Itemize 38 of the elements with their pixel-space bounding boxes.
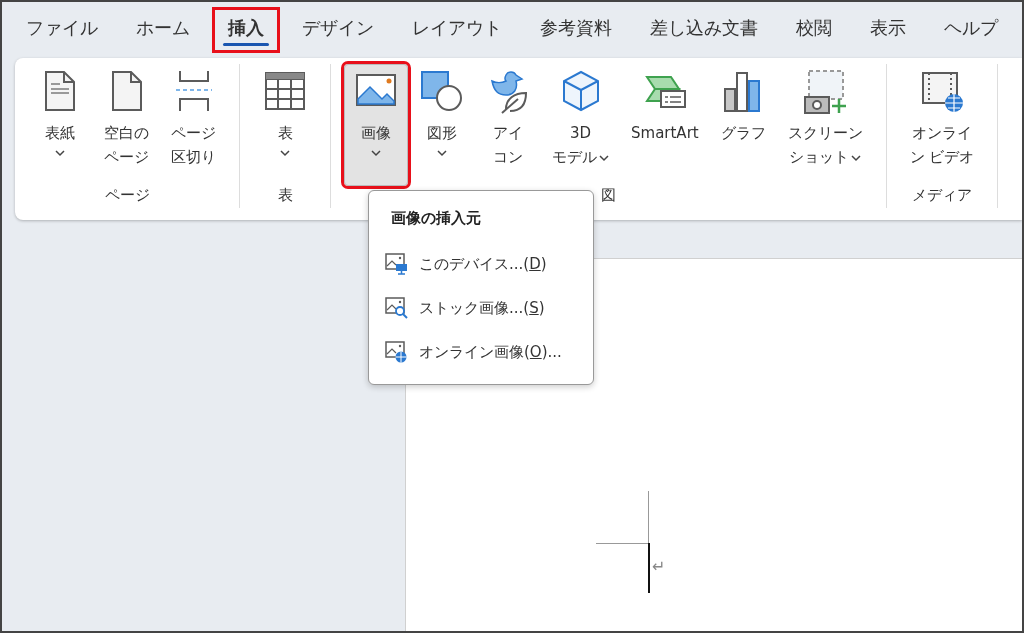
ribbon-button[interactable]: 3D モデル <box>542 64 619 186</box>
screenshot-icon <box>803 69 848 115</box>
ribbon-tab[interactable]: デザイン <box>286 7 390 53</box>
ribbon-button[interactable]: 表紙 <box>28 64 92 186</box>
ribbon-button[interactable]: 図形 <box>410 64 474 186</box>
group-label: 図 <box>599 186 617 206</box>
ribbon-tab[interactable]: ヘルプ <box>928 7 1014 53</box>
ribbon-tab[interactable]: ファイル <box>10 7 114 53</box>
margin-corner-mark <box>596 491 649 544</box>
ribbon-button[interactable]: 画像 <box>344 64 408 186</box>
ribbon-button[interactable]: スクリーン ショット <box>777 64 873 186</box>
ribbon-button[interactable]: グラフ <box>710 64 776 186</box>
device-picture-icon <box>385 252 409 276</box>
group-label: メディア <box>911 186 974 206</box>
menu-item[interactable]: このデバイス...(D) <box>369 242 593 286</box>
ribbon-button[interactable]: ページ 区切り <box>161 64 226 186</box>
ribbon-tab[interactable]: ホーム <box>120 7 206 53</box>
group-label: ページ <box>103 186 151 206</box>
ribbon-tab[interactable]: レイアウト <box>396 7 518 53</box>
group-label: 表 <box>276 186 294 206</box>
menu-title: 画像の挿入元 <box>390 208 482 229</box>
paragraph-mark: ↵ <box>652 557 666 576</box>
menu-item[interactable]: オンライン画像(O)... <box>369 330 593 374</box>
ribbon-tab[interactable]: 参考資料 <box>524 7 628 53</box>
ribbon-tab[interactable]: 挿入 <box>212 7 280 53</box>
video-icon <box>920 69 965 115</box>
online-picture-icon <box>385 340 409 364</box>
ribbon-tab[interactable]: 差し込み文書 <box>634 7 774 53</box>
ribbon-button[interactable]: 表 <box>253 64 317 186</box>
ribbon-tab[interactable]: 校閲 <box>780 7 848 53</box>
text-cursor <box>648 543 650 593</box>
menu-item[interactable]: ストック画像...(S) <box>369 286 593 330</box>
stock-picture-icon <box>385 296 409 320</box>
ribbon-button[interactable]: アイ コン <box>476 64 540 186</box>
ribbon-button[interactable]: SmartArt <box>621 64 709 186</box>
ribbon-button[interactable]: 空白の ページ <box>94 64 159 186</box>
ribbon-tab[interactable]: 表示 <box>854 7 922 53</box>
ribbon-button[interactable]: オンライ ン ビデオ <box>899 64 985 186</box>
